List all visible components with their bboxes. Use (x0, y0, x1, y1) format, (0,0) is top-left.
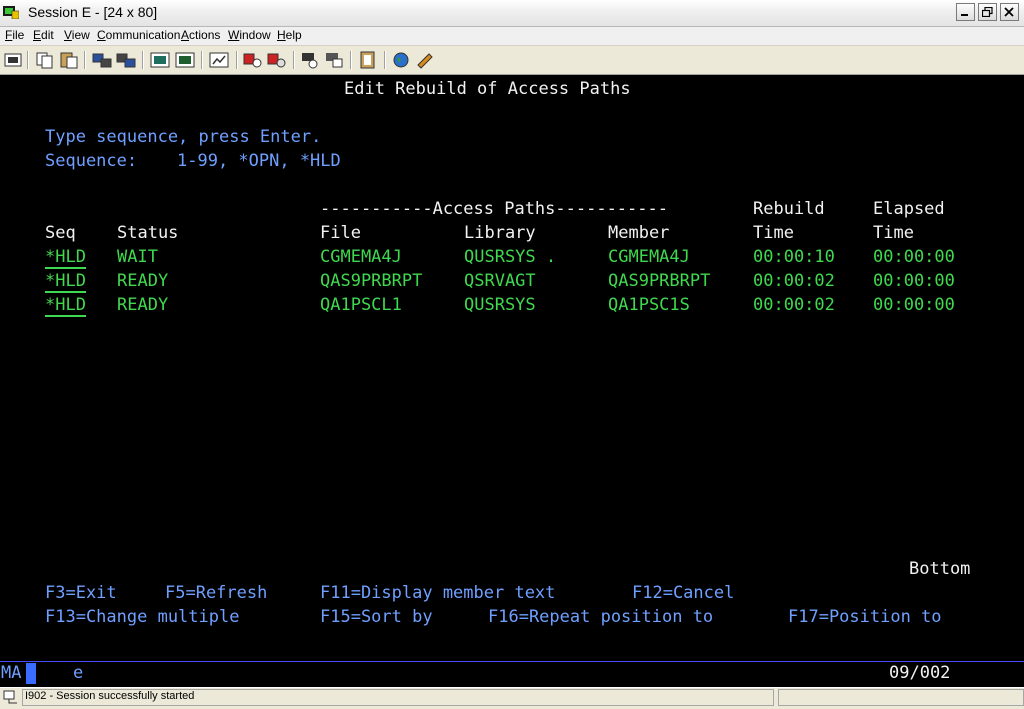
toolbar-separator (350, 51, 352, 69)
print-screen-icon[interactable] (2, 50, 24, 70)
menu-window[interactable]: Window (228, 28, 271, 42)
restore-button[interactable] (978, 3, 997, 21)
clipboard-icon[interactable] (357, 50, 379, 70)
toolbar-separator (201, 51, 203, 69)
file-header: File (320, 223, 361, 243)
row-member: QAS9PRBRPT (608, 271, 711, 291)
title-bar: Session E - [24 x 80] (0, 0, 1024, 27)
toolbar-separator (384, 51, 386, 69)
menu-file[interactable]: File (5, 28, 24, 42)
status-panel-right (778, 689, 1024, 706)
cursor-position: 09/002 (889, 663, 951, 683)
copy-icon[interactable] (34, 50, 56, 70)
paste-icon[interactable] (58, 50, 80, 70)
bottom-indicator: Bottom (909, 559, 971, 579)
send-icon[interactable] (91, 50, 113, 70)
f13-key-label[interactable]: F13=Change multiple (45, 607, 239, 627)
toolbar (0, 46, 1024, 75)
toolbar-separator (293, 51, 295, 69)
menu-communication[interactable]: Communication (97, 28, 180, 42)
row-member: CGMEMA4J (608, 247, 690, 267)
instruction-text: Type sequence, press Enter. (45, 127, 322, 147)
menu-bar: File Edit View Communication Actions Win… (0, 27, 1024, 45)
f17-key-label[interactable]: F17=Position to (788, 607, 942, 627)
row-library: QUSRSYS . (464, 247, 557, 267)
toolbar-separator (142, 51, 144, 69)
row-library: QUSRSYS (464, 295, 536, 315)
row-library: QSRVAGT (464, 271, 536, 291)
row-status: READY (117, 295, 169, 315)
chart-icon[interactable] (208, 50, 230, 70)
row-rebuild-time: 00:00:10 (753, 247, 835, 267)
rebuild-header-top: Rebuild (753, 199, 825, 219)
terminal-screen[interactable]: Edit Rebuild of Access Paths Type sequen… (0, 75, 1024, 661)
close-icon (1004, 7, 1014, 17)
receive-icon[interactable] (115, 50, 137, 70)
menu-view[interactable]: View (64, 28, 90, 42)
help-icon[interactable] (414, 50, 436, 70)
access-paths-header: -----------Access Paths----------- (320, 199, 668, 219)
status-message: I902 - Session successfully started (25, 690, 195, 702)
row-file: CGMEMA4J (320, 247, 402, 267)
seq-header: Seq (45, 223, 76, 243)
library-header: Library (464, 223, 536, 243)
close-button[interactable] (1000, 3, 1019, 21)
sequence-label: Sequence: (45, 151, 138, 171)
status-bar: I902 - Session successfully started (0, 687, 1024, 709)
restore-icon (982, 7, 993, 17)
window-title: Session E - [24 x 80] (28, 4, 158, 20)
status-header: Status (117, 223, 179, 243)
session-status-icon (3, 690, 17, 704)
keypad-icon[interactable] (174, 50, 196, 70)
rebuild-header-bottom: Time (753, 223, 794, 243)
row-status: WAIT (117, 247, 158, 267)
f16-key-label[interactable]: F16=Repeat position to (488, 607, 713, 627)
row-elapsed-time: 00:00:00 (873, 295, 955, 315)
member-header: Member (608, 223, 670, 243)
row-elapsed-time: 00:00:00 (873, 271, 955, 291)
screen-title: Edit Rebuild of Access Paths (344, 79, 631, 99)
row-rebuild-time: 00:00:02 (753, 271, 835, 291)
operator-info-area: MA e 09/002 (0, 661, 1024, 687)
row-member: QA1PSC1S (608, 295, 690, 315)
sequence-values: 1-99, *OPN, *HLD (177, 151, 341, 171)
elapsed-header-top: Elapsed (873, 199, 945, 219)
display-icon[interactable] (149, 50, 171, 70)
row-elapsed-time: 00:00:00 (873, 247, 955, 267)
toolbar-separator (236, 51, 238, 69)
globe-icon[interactable] (390, 50, 412, 70)
row-file: QAS9PRBRPT (320, 271, 423, 291)
menu-edit[interactable]: Edit (33, 28, 54, 42)
oia-indicator: e (73, 663, 84, 683)
f12-key-label[interactable]: F12=Cancel (632, 583, 734, 603)
row-rebuild-time: 00:00:02 (753, 295, 835, 315)
macro-play-icon[interactable] (242, 50, 264, 70)
toolbar-separator (84, 51, 86, 69)
f5-key-label[interactable]: F5=Refresh (165, 583, 267, 603)
macro-stop-icon[interactable] (299, 50, 321, 70)
seq-input[interactable]: *HLD (45, 295, 86, 317)
minimize-button[interactable] (956, 3, 975, 21)
menu-help[interactable]: Help (277, 28, 302, 42)
seq-input[interactable]: *HLD (45, 271, 86, 293)
elapsed-header-bottom: Time (873, 223, 914, 243)
row-file: QA1PSCL1 (320, 295, 402, 315)
text-cursor (26, 663, 36, 684)
minimize-icon (961, 14, 968, 16)
macro-record-icon[interactable] (266, 50, 288, 70)
session-app-icon[interactable] (3, 5, 19, 19)
seq-input[interactable]: *HLD (45, 247, 86, 269)
f15-key-label[interactable]: F15=Sort by (320, 607, 433, 627)
menu-actions[interactable]: Actions (181, 28, 220, 42)
f11-key-label[interactable]: F11=Display member text (320, 583, 555, 603)
toolbar-separator (27, 51, 29, 69)
oia-mode: MA (1, 663, 22, 683)
macro-edit-icon[interactable] (323, 50, 345, 70)
f3-key-label[interactable]: F3=Exit (45, 583, 117, 603)
row-status: READY (117, 271, 169, 291)
